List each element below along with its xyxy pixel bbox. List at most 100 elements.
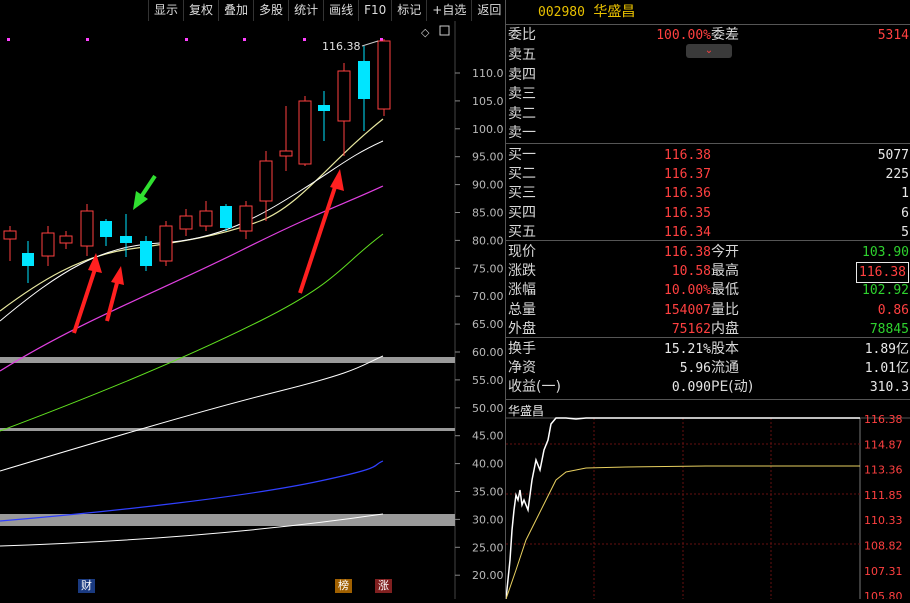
sell-level-label: 卖四 bbox=[508, 66, 536, 83]
candle[interactable] bbox=[100, 219, 112, 246]
quote-row-value: 10.00% bbox=[664, 283, 711, 299]
weicha-value: 5314 bbox=[877, 28, 909, 43]
toolbar-add-watchlist[interactable]: +自选 bbox=[426, 0, 471, 21]
toolbar-adjust[interactable]: 复权 bbox=[183, 0, 218, 21]
candle[interactable] bbox=[220, 204, 232, 231]
intraday-tick-label: 114.87 bbox=[864, 438, 903, 451]
intraday-tick-label: 113.36 bbox=[864, 464, 903, 477]
buy-level-value: 116.38 bbox=[664, 148, 711, 163]
candle[interactable] bbox=[22, 241, 34, 283]
price-tick-label: 50.00 bbox=[472, 402, 504, 415]
intraday-tick-label: 116.38 bbox=[864, 413, 903, 426]
stat-row: 收益(一) 0.090 PE(动) 310.3 bbox=[506, 378, 910, 397]
candle[interactable] bbox=[298, 96, 312, 166]
toolbar-multi-stock[interactable]: 多股 bbox=[253, 0, 288, 21]
buy-level-value2: 5 bbox=[901, 224, 909, 240]
intraday-tick-label: 108.82 bbox=[864, 540, 903, 553]
sell-level: 卖一 bbox=[506, 124, 910, 143]
candle[interactable] bbox=[358, 46, 370, 131]
price-tick-label: 75.00 bbox=[472, 262, 504, 275]
buy-level-label: 买一 bbox=[508, 147, 536, 163]
candle[interactable] bbox=[239, 201, 253, 239]
quote-row: 外盘 75162 内盘 78845 bbox=[506, 320, 910, 339]
window-icon[interactable] bbox=[439, 25, 450, 36]
chart-toolbar: 显示 复权 叠加 多股 统计 画线 F10 标记 +自选 返回 bbox=[148, 0, 503, 21]
candle[interactable] bbox=[259, 151, 273, 221]
toolbar-statistics[interactable]: 统计 bbox=[288, 0, 323, 21]
sell-level: 卖三 bbox=[506, 85, 910, 104]
green-arrow bbox=[133, 174, 157, 210]
ma-line-10 bbox=[0, 140, 384, 322]
stat-row-label: 收益(一) bbox=[508, 379, 561, 396]
kline-chart[interactable]: 116.38 ◇ 110.0 105.0 100.0 95.00 90.00 85.00 8… bbox=[0, 21, 504, 599]
candle[interactable] bbox=[80, 204, 94, 256]
buy-level-value: 116.36 bbox=[664, 186, 711, 202]
intraday-tick-label: 111.85 bbox=[864, 489, 903, 502]
buy-level-value2: 1 bbox=[901, 186, 909, 202]
stat-row-label2: 流通 bbox=[711, 360, 739, 377]
candle[interactable] bbox=[59, 231, 73, 249]
price-tick-label: 70.00 bbox=[472, 290, 504, 303]
stat-row: 净资 5.96 流通 1.01亿 bbox=[506, 359, 910, 378]
toolbar-mark[interactable]: 标记 bbox=[391, 0, 426, 21]
quote-row: 总量 154007 量比 0.86 bbox=[506, 301, 910, 320]
buy-level-value2: 6 bbox=[901, 205, 909, 221]
candle[interactable] bbox=[3, 226, 17, 261]
candle[interactable] bbox=[41, 226, 55, 266]
toolbar-f10[interactable]: F10 bbox=[358, 0, 391, 21]
grey-band bbox=[0, 428, 455, 431]
candle[interactable] bbox=[377, 39, 391, 116]
toolbar-draw-line[interactable]: 画线 bbox=[323, 0, 358, 21]
quote-row-label: 涨幅 bbox=[508, 282, 536, 299]
quote-row: 涨跌 10.58 最高 116.38 bbox=[506, 262, 910, 284]
price-tick-label: 90.00 bbox=[472, 179, 504, 192]
badge-finance[interactable]: 财 bbox=[78, 579, 95, 593]
quote-row-value: 154007 bbox=[664, 302, 711, 318]
stat-row-label: 换手 bbox=[508, 341, 536, 357]
stock-header: 002980 华盛昌 bbox=[506, 0, 910, 24]
sell-level-label: 卖一 bbox=[508, 125, 536, 141]
weibi-row: 委比 100.00% 委差 5314 bbox=[506, 26, 910, 45]
red-arrow bbox=[105, 266, 124, 322]
candle[interactable] bbox=[318, 91, 330, 141]
intraday-chart[interactable]: 华盛昌 116.38 114.87 113.36 111.85 110.33 108.82… bbox=[505, 400, 910, 603]
quote-panel: 002980 华盛昌 委比 100.00% 委差 5314 ⌄ 华盛昌 116.… bbox=[505, 0, 910, 603]
quote-row-value2: 102.92 bbox=[862, 283, 909, 299]
quote-row: 涨幅 10.00% 最低 102.92 bbox=[506, 281, 910, 300]
sell-level: 卖五 bbox=[506, 46, 910, 65]
price-tick-label: 20.00 bbox=[472, 569, 504, 582]
candle[interactable] bbox=[159, 221, 173, 266]
ma-line-250 bbox=[0, 460, 384, 522]
badge-ranking[interactable]: 榜 bbox=[335, 579, 352, 593]
stat-row-value: 15.21% bbox=[664, 342, 711, 357]
candle[interactable] bbox=[279, 106, 293, 171]
intraday-tick-label: 105.80 bbox=[864, 590, 903, 599]
buy-level: 买一 116.38 5077 bbox=[506, 146, 910, 165]
stock-name: 华盛昌 bbox=[593, 4, 636, 20]
toolbar-back[interactable]: 返回 bbox=[471, 0, 506, 21]
toolbar-display[interactable]: 显示 bbox=[148, 0, 183, 21]
badge-limit-up[interactable]: 涨 bbox=[375, 579, 392, 593]
stat-row-label2: PE(动) bbox=[711, 379, 754, 396]
candle[interactable] bbox=[337, 63, 351, 156]
divider bbox=[506, 24, 910, 25]
stat-row-label: 净资 bbox=[508, 360, 536, 377]
buy-level-value2: 225 bbox=[885, 167, 909, 183]
stat-row-value: 0.090 bbox=[671, 380, 711, 396]
high-price-label: 116.38 bbox=[322, 40, 361, 53]
diamond-icon[interactable]: ◇ bbox=[421, 26, 430, 39]
sell-level: 卖二 bbox=[506, 105, 910, 124]
price-tick-label: 55.00 bbox=[472, 374, 504, 387]
candle[interactable] bbox=[140, 236, 152, 271]
stat-row-value2: 1.89亿 bbox=[864, 342, 909, 357]
ma-line-120 bbox=[0, 355, 384, 472]
candle[interactable] bbox=[179, 209, 193, 236]
candle[interactable] bbox=[199, 201, 213, 231]
weicha-label: 委差 bbox=[711, 27, 739, 43]
quote-row-value: 75162 bbox=[671, 321, 711, 337]
buy-level-label: 买二 bbox=[508, 166, 536, 183]
toolbar-overlay[interactable]: 叠加 bbox=[218, 0, 253, 21]
price-tick-label: 60.00 bbox=[472, 346, 504, 359]
price-tick-label: 110.0 bbox=[472, 67, 504, 80]
quote-row-label: 外盘 bbox=[508, 320, 536, 337]
